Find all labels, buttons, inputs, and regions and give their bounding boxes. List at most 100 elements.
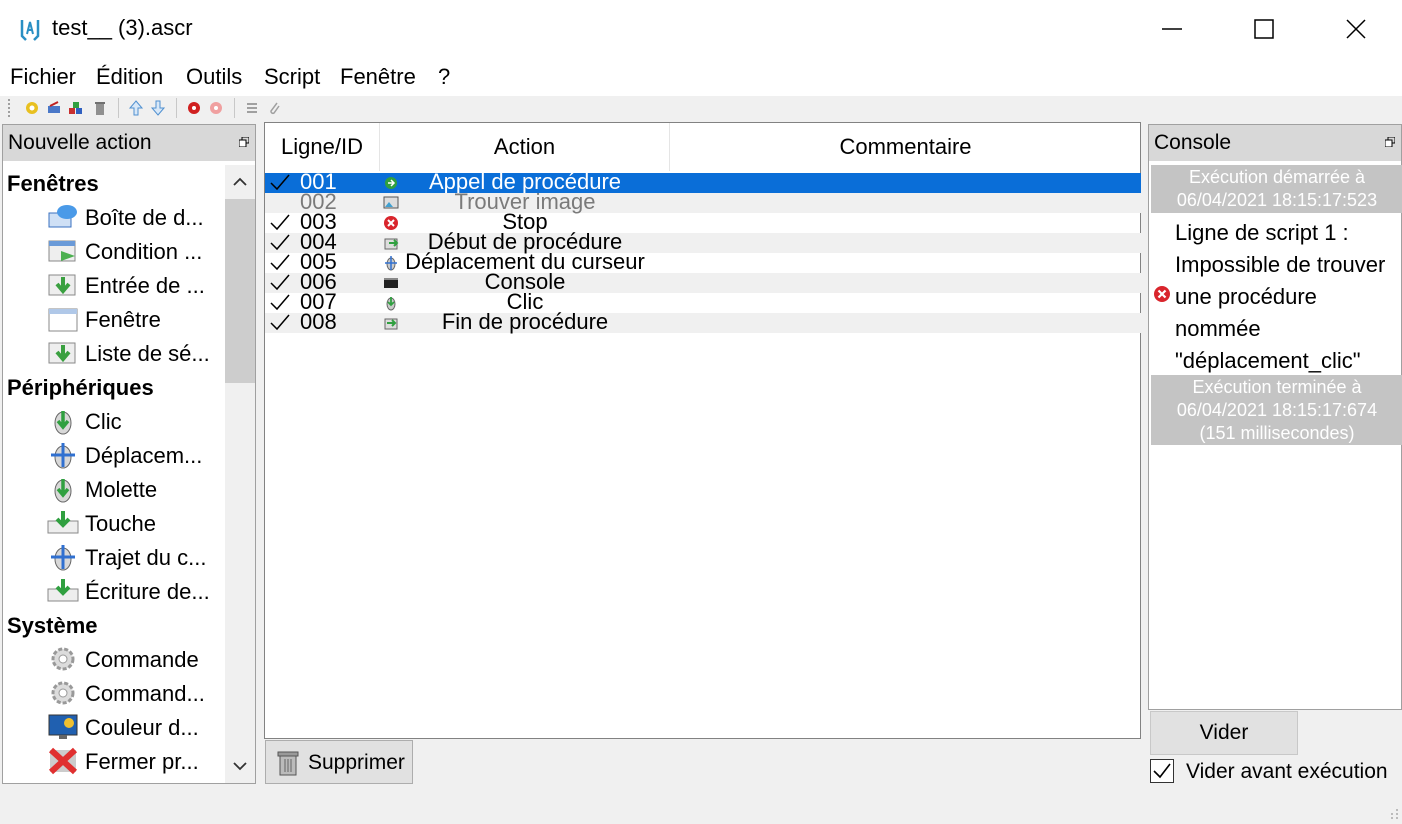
error-message: Ligne de script 1 : Impossible de trouve…: [1175, 220, 1386, 373]
condition-icon: [48, 240, 76, 262]
console-panel: Console Exécution démarrée à 06/04/2021 …: [1148, 124, 1402, 710]
check-icon[interactable]: [269, 173, 291, 193]
clear-before-run-label: Vider avant exécution: [1186, 760, 1388, 783]
list-item[interactable]: Trajet du c...: [3, 541, 223, 573]
text-input-icon: [47, 579, 79, 602]
category-systeme[interactable]: Système: [7, 613, 98, 639]
delete-button[interactable]: Supprimer: [265, 740, 413, 784]
title-bar: test__ (3).ascr: [0, 0, 1402, 58]
list-icon[interactable]: [244, 100, 260, 116]
blocks-icon[interactable]: [68, 100, 84, 116]
list-item[interactable]: Clic: [3, 405, 223, 437]
column-header-action[interactable]: Action: [380, 123, 670, 171]
run-icon[interactable]: [186, 100, 202, 116]
toolbar-separator: [118, 98, 119, 118]
close-button[interactable]: [1310, 0, 1402, 58]
close-process-icon: [48, 747, 78, 775]
window-title: test__ (3).ascr: [52, 15, 193, 40]
mouse-wheel-icon: [54, 479, 72, 503]
console-panel-header: Console: [1149, 125, 1401, 161]
category-fenetres[interactable]: Fenêtres: [7, 171, 99, 197]
list-item[interactable]: Boîte de d...: [3, 201, 223, 233]
list-item[interactable]: Entrée de ...: [3, 269, 223, 301]
clear-console-button[interactable]: Vider: [1150, 711, 1298, 755]
scrollbar-thumb[interactable]: [225, 199, 255, 383]
toolbar: [0, 96, 1402, 120]
list-item[interactable]: Écriture de...: [3, 575, 223, 607]
new-action-panel-header: Nouvelle action: [3, 125, 255, 161]
list-item[interactable]: Déplacem...: [3, 439, 223, 471]
list-item[interactable]: Touche: [3, 507, 223, 539]
stop-run-icon[interactable]: [208, 100, 224, 116]
list-item[interactable]: Fermer pr...: [3, 745, 223, 777]
keyboard-icon: [47, 511, 79, 534]
column-header-id[interactable]: Ligne/ID: [265, 123, 380, 171]
screen-color-icon: [48, 714, 78, 739]
mouse-click-icon: [54, 411, 72, 435]
script-grid: Ligne/ID Action Commentaire 001 Appel de…: [264, 122, 1141, 739]
left-panel-scrollbar[interactable]: [225, 165, 255, 783]
close-icon: [1346, 19, 1366, 39]
list-item[interactable]: Condition ...: [3, 235, 223, 267]
cursor-move-icon: [51, 443, 75, 469]
check-icon[interactable]: [269, 253, 291, 273]
list-item[interactable]: Molette: [3, 473, 223, 505]
check-icon[interactable]: [269, 273, 291, 293]
restore-icon[interactable]: [1385, 137, 1395, 147]
category-peripheriques[interactable]: Périphériques: [7, 375, 154, 401]
check-icon[interactable]: [269, 233, 291, 253]
list-item[interactable]: Command...: [3, 677, 223, 709]
move-up-icon[interactable]: [128, 100, 144, 116]
clear-before-run-checkbox[interactable]: [1150, 759, 1174, 783]
input-icon: [48, 274, 76, 296]
checkmark-icon: [1153, 763, 1171, 779]
list-item[interactable]: Couleur d...: [3, 711, 223, 743]
execution-end-message: Exécution terminée à 06/04/2021 18:15:17…: [1151, 375, 1402, 445]
trash-icon: [277, 751, 299, 776]
error-icon: [1154, 286, 1170, 302]
window-icon: [48, 308, 78, 332]
list-item[interactable]: Fenêtre: [3, 303, 223, 335]
minimize-button[interactable]: [1126, 0, 1218, 58]
menu-outils[interactable]: Outils: [186, 64, 242, 90]
restore-icon[interactable]: [239, 137, 249, 147]
maximize-icon: [1254, 19, 1274, 39]
menu-fichier[interactable]: Fichier: [10, 64, 76, 90]
scroll-up-icon[interactable]: [233, 177, 247, 187]
menu-help[interactable]: ?: [438, 64, 450, 90]
app-icon: [20, 20, 40, 41]
dialog-box-icon: [48, 205, 77, 228]
new-action-panel: Nouvelle action Fenêtres Boîte de d... C…: [2, 124, 256, 784]
resize-grip-icon[interactable]: [1390, 808, 1400, 820]
check-icon[interactable]: [269, 293, 291, 313]
command-gear-icon: [51, 647, 75, 671]
check-icon[interactable]: [269, 313, 291, 333]
panel-title: Nouvelle action: [8, 131, 152, 154]
menu-edition[interactable]: Édition: [96, 64, 163, 90]
list-item[interactable]: Liste de sé...: [3, 337, 223, 369]
check-icon[interactable]: [269, 213, 291, 233]
execution-start-message: Exécution démarrée à 06/04/2021 18:15:17…: [1151, 165, 1402, 213]
maximize-button[interactable]: [1218, 0, 1310, 58]
toolbar-separator: [234, 98, 235, 118]
toolbar-separator: [176, 98, 177, 118]
new-icon[interactable]: [24, 100, 40, 116]
menu-script[interactable]: Script: [264, 64, 320, 90]
trash-icon[interactable]: [92, 100, 108, 116]
menu-fenetre[interactable]: Fenêtre: [340, 64, 416, 90]
menu-bar: Fichier Édition Outils Script Fenêtre ?: [0, 58, 1402, 96]
attach-icon[interactable]: [266, 100, 282, 116]
cursor-path-icon: [51, 545, 75, 571]
selection-list-icon: [48, 342, 76, 364]
action-list: Fenêtres Boîte de d... Condition ... Ent…: [3, 165, 223, 785]
move-down-icon[interactable]: [150, 100, 166, 116]
toolbar-grip[interactable]: [8, 99, 11, 117]
minimize-icon: [1162, 28, 1182, 30]
command-gear-icon: [51, 681, 75, 705]
list-item[interactable]: Commande: [3, 643, 223, 675]
console-title: Console: [1154, 131, 1232, 154]
column-header-comment[interactable]: Commentaire: [670, 123, 1141, 171]
scroll-down-icon[interactable]: [233, 761, 247, 771]
edit-icon[interactable]: [46, 100, 62, 116]
table-row[interactable]: 008 Fin de procédure: [265, 309, 1141, 334]
